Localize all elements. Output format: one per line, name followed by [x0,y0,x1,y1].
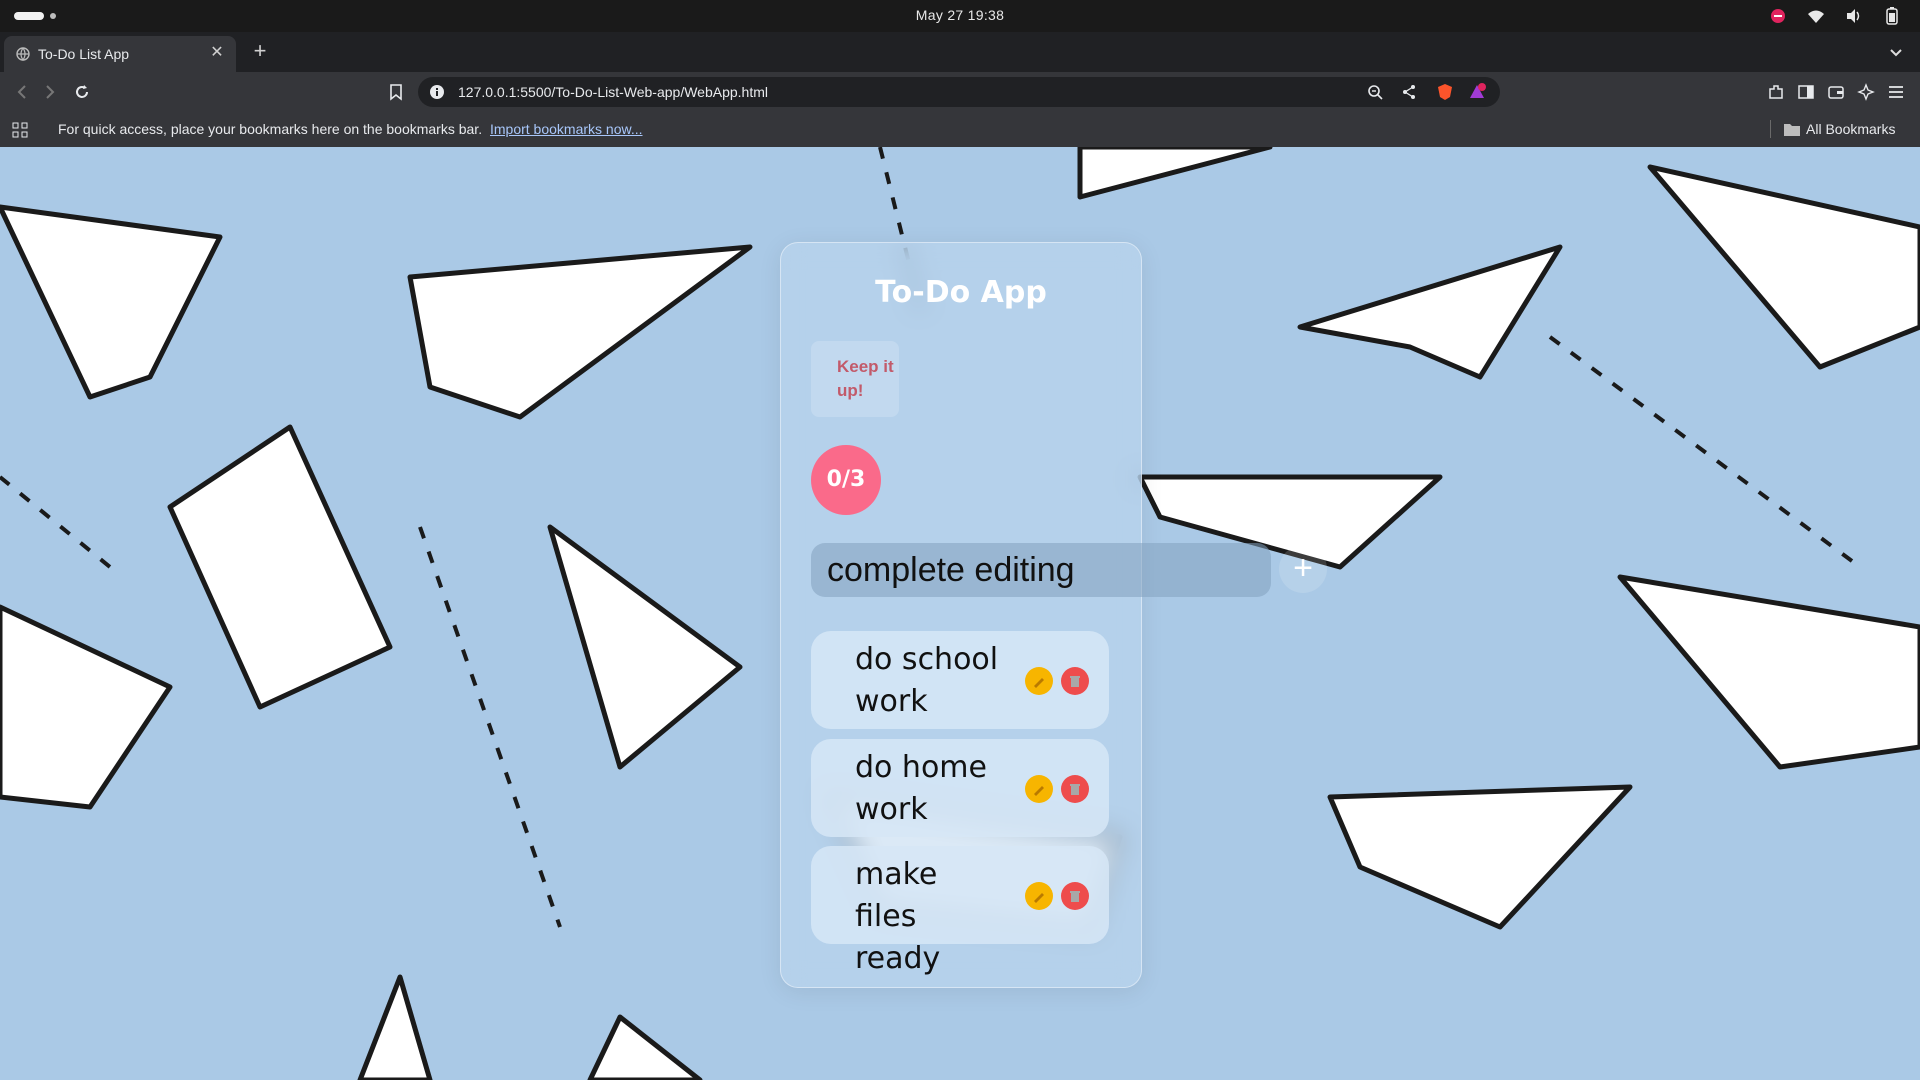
import-bookmarks-link[interactable]: Import bookmarks now... [490,121,643,137]
task-input[interactable] [811,543,1271,597]
pencil-icon [1034,893,1044,903]
bookmarks-divider [1770,120,1771,138]
extensions-icon[interactable] [1766,82,1786,102]
url-text[interactable]: 127.0.0.1:5500/To-Do-List-Web-app/WebApp… [458,84,768,100]
edit-task-button[interactable] [1025,882,1053,910]
wifi-icon[interactable] [1806,6,1826,26]
new-tab-button[interactable]: + [248,40,272,64]
brave-shield-icon[interactable] [1436,83,1454,101]
delete-task-button[interactable] [1061,775,1089,803]
task-item[interactable]: make files ready [811,846,1109,976]
task-item[interactable]: do home work [811,739,1109,837]
motto-text: Keep it up! [837,357,894,400]
delete-task-button[interactable] [1061,882,1089,910]
page-viewport: To-Do App Keep it up! 0/3 + do school wo… [0,147,1920,1080]
app-title: To-Do App [875,275,1047,310]
share-icon[interactable] [1400,83,1418,101]
leo-ai-icon[interactable] [1856,82,1876,102]
sidebar-icon[interactable] [1796,82,1816,102]
bookmark-icon[interactable] [386,82,406,102]
address-bar[interactable]: 127.0.0.1:5500/To-Do-List-Web-app/WebApp… [418,77,1500,107]
brave-rewards-icon[interactable] [1468,83,1486,101]
pencil-icon [1034,786,1044,796]
edit-task-button[interactable] [1025,667,1053,695]
site-info-icon[interactable] [428,83,446,101]
wallet-icon[interactable] [1826,82,1846,102]
todo-card: To-Do App Keep it up! 0/3 + do school wo… [780,242,1327,988]
reload-icon[interactable] [72,82,92,102]
volume-icon[interactable] [1844,6,1864,26]
do-not-disturb-icon[interactable] [1768,6,1788,26]
task-item[interactable]: do school work [811,631,1109,729]
menu-icon[interactable] [1886,82,1906,102]
task-text: do home work [855,750,987,827]
tab-search-chevron-icon[interactable] [1886,42,1906,62]
trash-icon [1070,891,1080,902]
trash-icon [1070,784,1080,795]
pencil-icon [1034,678,1044,688]
forward-icon[interactable] [40,82,60,102]
task-text: make files ready [855,857,941,976]
trash-icon [1070,676,1080,687]
globe-icon [16,47,30,61]
os-clock[interactable]: May 27 19:38 [0,7,1920,23]
add-task-button[interactable]: + [1279,545,1327,593]
tab-title: To-Do List App [38,46,130,62]
progress-counter: 0/3 [811,445,881,515]
tab-strip: To-Do List App ✕ + [0,32,1920,72]
battery-icon[interactable] [1882,6,1902,26]
system-tray[interactable] [1768,6,1902,26]
zoom-icon[interactable] [1366,83,1384,101]
edit-task-button[interactable] [1025,775,1053,803]
bookmarks-bar: For quick access, place your bookmarks h… [0,112,1920,147]
all-bookmarks-button[interactable]: All Bookmarks [1784,121,1895,137]
delete-task-button[interactable] [1061,667,1089,695]
browser-toolbar: 127.0.0.1:5500/To-Do-List-Web-app/WebApp… [0,72,1920,112]
folder-icon [1784,124,1800,136]
apps-grid-icon[interactable] [12,122,28,138]
motto-box: Keep it up! [811,341,899,417]
task-text: do school work [855,642,999,719]
tab-todo-app[interactable]: To-Do List App ✕ [4,36,236,72]
close-tab-icon[interactable]: ✕ [208,44,226,62]
back-icon[interactable] [12,82,32,102]
os-top-bar: May 27 19:38 [0,0,1920,32]
bookmarks-prompt: For quick access, place your bookmarks h… [58,121,643,137]
